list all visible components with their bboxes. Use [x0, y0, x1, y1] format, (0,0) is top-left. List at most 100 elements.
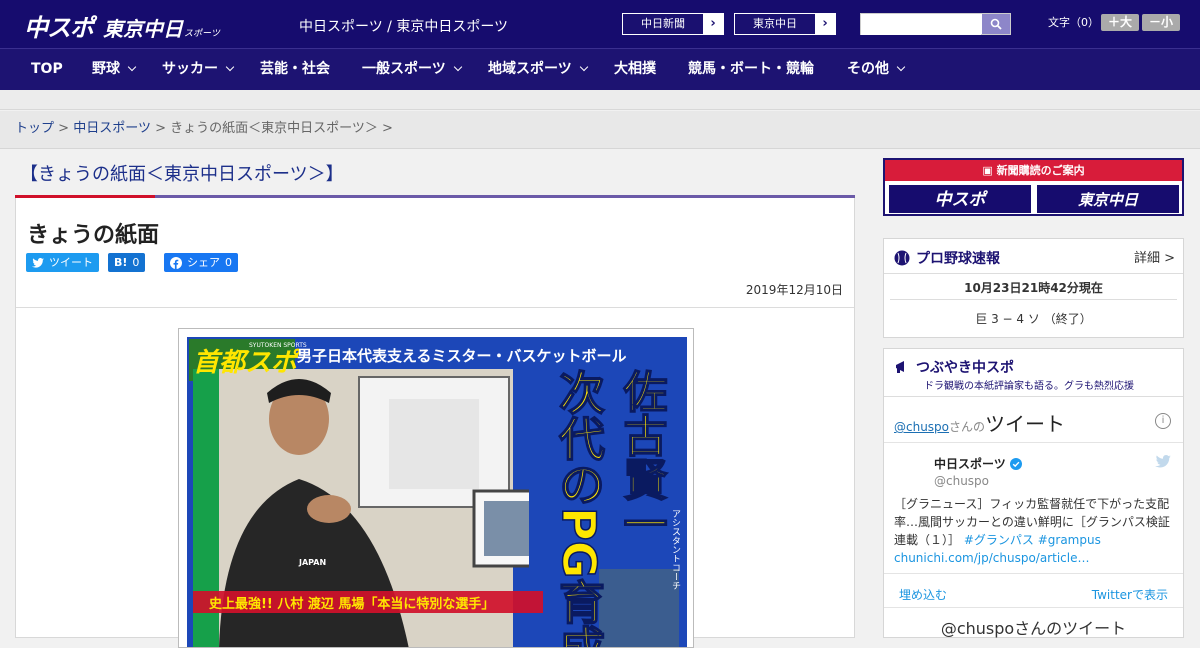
tweets-card-header: つぶやき中スポ	[894, 357, 1014, 377]
baseball-detail-link[interactable]: 詳細 >	[1134, 247, 1175, 266]
search-button[interactable]	[982, 14, 1010, 34]
logo-chuspo: 中スポ	[24, 14, 94, 42]
newspaper-icon: ▣	[982, 164, 997, 177]
breadcrumb-separator: >	[58, 121, 70, 136]
divider	[16, 307, 854, 308]
divider	[884, 442, 1183, 443]
nav-label: サッカー	[162, 61, 218, 77]
search-icon	[990, 18, 1002, 30]
tweet-author[interactable]: 中日スポーツ	[934, 455, 1022, 472]
newspaper-illustration: 史上最強!! 八村 渡辺 馬場「本当に特別な選手」 首都スポ SYUTOKEN …	[179, 329, 693, 648]
nav-label: 大相撲	[614, 61, 656, 77]
font-size-label: 文字（0）	[1048, 16, 1099, 29]
tokyo-shimbun-label: 東京中日	[753, 17, 797, 30]
facebook-share-label: シェア	[187, 256, 220, 269]
newspaper-front-page-image[interactable]: 史上最強!! 八村 渡辺 馬場「本当に特別な選手」 首都スポ SYUTOKEN …	[178, 328, 694, 648]
nav-soccer[interactable]: サッカー	[162, 49, 235, 90]
twitter-bird-icon[interactable]	[1155, 455, 1171, 468]
nav-label: 芸能・社会	[260, 61, 330, 77]
chuspo-subscribe-logo[interactable]: 中スポ	[888, 184, 1032, 214]
divider	[884, 573, 1183, 574]
logo-sports: スポーツ	[184, 29, 220, 39]
nav-label: 一般スポーツ	[362, 61, 446, 77]
ad-band	[0, 90, 1200, 110]
facebook-icon	[170, 256, 182, 269]
nav-label: 地域スポーツ	[488, 61, 572, 77]
tweet-link[interactable]: chunichi.com/jp/chuspo/article…	[894, 551, 1089, 565]
article-title: きょうの紙面	[27, 223, 160, 248]
nav-baseball[interactable]: 野球	[92, 49, 137, 90]
font-bigger-button[interactable]: ＋大	[1101, 14, 1139, 31]
view-on-twitter-link[interactable]: Twitterで表示	[1092, 586, 1168, 603]
site-name[interactable]: 中日スポーツ / 東京中日スポーツ	[299, 16, 508, 36]
divider	[884, 273, 1183, 274]
breadcrumb-chunichi-sports[interactable]: 中日スポーツ	[73, 121, 151, 136]
nav-general-sports[interactable]: 一般スポーツ	[362, 49, 462, 90]
tokyo-shimbun-link[interactable]: 東京中日 ›	[734, 13, 836, 35]
verified-badge-icon	[1009, 457, 1022, 470]
hatena-bookmark-button[interactable]: B! 0	[108, 253, 146, 272]
nav-other[interactable]: その他	[847, 49, 906, 90]
tokyo-chunichi-subscribe-logo[interactable]: 東京中日	[1036, 184, 1180, 214]
nav-label: 競馬・ボート・競輪	[688, 61, 814, 77]
article-card: きょうの紙面 ツイート B! 0 シェア 0 2019年12月10日 史上最強!…	[15, 198, 855, 648]
breadcrumb: トップ > 中日スポーツ > きょうの紙面＜東京中日スポーツ＞ >	[0, 111, 1200, 149]
page-heading: 【きょうの紙面＜東京中日スポーツ＞】	[20, 164, 344, 185]
tweets-card-subtitle: ドラ観戦の本紙評論家も語る。グラも熱烈応援	[924, 381, 1134, 392]
chunichi-shimbun-link[interactable]: 中日新聞 ›	[622, 13, 724, 35]
nav-sumo[interactable]: 大相撲	[614, 49, 656, 90]
divider	[890, 299, 1177, 300]
facebook-share-button[interactable]: シェア 0	[164, 253, 238, 272]
subscription-text: 新聞購読のご案内	[996, 164, 1085, 177]
paper-headline-sub: アシスタントコーチ	[670, 509, 681, 590]
font-smaller-button[interactable]: －小	[1142, 14, 1180, 31]
tweets-timeline-header: @chuspo さんの ツイート	[894, 408, 1065, 437]
tweets-footer-link[interactable]: @chuspoさんのツイート	[884, 615, 1183, 639]
facebook-share-count: 0	[225, 256, 232, 269]
tweets-card-title: つぶやき中スポ	[916, 360, 1014, 376]
chevron-right-icon: ›	[703, 14, 723, 34]
nav-local-sports[interactable]: 地域スポーツ	[488, 49, 588, 90]
megaphone-icon	[896, 361, 904, 373]
timeline-title: ツイート	[985, 412, 1066, 436]
subscription-label: ▣ 新聞購読のご案内	[885, 160, 1182, 181]
logo-tokyo-chunichi: 東京中日	[103, 17, 183, 41]
search-input[interactable]	[861, 15, 981, 35]
nav-label: 野球	[92, 61, 120, 77]
chevron-down-icon	[453, 62, 462, 72]
paper-masthead: 首都スポ	[193, 348, 301, 378]
chevron-down-icon	[896, 62, 906, 72]
info-icon[interactable]: i	[1155, 413, 1171, 429]
nav-keiba[interactable]: 競馬・ボート・競輪	[688, 49, 814, 90]
subscription-banner[interactable]: ▣ 新聞購読のご案内 中スポ 東京中日	[883, 158, 1184, 216]
search-box	[860, 13, 1011, 35]
nav-top[interactable]: TOP	[31, 49, 63, 90]
tweet-handle[interactable]: @chuspo	[934, 474, 989, 488]
tweets-card: つぶやき中スポ ドラ観戦の本紙評論家も語る。グラも熱烈応援 @chuspo さん…	[883, 348, 1184, 638]
embed-link[interactable]: 埋め込む	[899, 586, 947, 603]
breadcrumb-top[interactable]: トップ	[15, 121, 54, 136]
hatena-count: 0	[132, 256, 140, 269]
tweet-body: ［グラニュース］フィッカ監督就任で下がった支配率…風間サッカーとの違い鮮明に［グ…	[894, 495, 1174, 567]
chevron-down-icon	[225, 62, 235, 72]
paper-bottom-text: 史上最強!! 八村 渡辺 馬場「本当に特別な選手」	[209, 596, 494, 612]
nav-entertainment[interactable]: 芸能・社会	[260, 49, 330, 90]
site-logo[interactable]: 中スポ 東京中日 スポーツ	[24, 8, 220, 43]
breadcrumb-separator: >	[155, 121, 166, 136]
tweet-button[interactable]: ツイート	[26, 253, 99, 272]
nav-label: その他	[847, 61, 889, 77]
paper-headline-main: 次代のPG育成	[552, 369, 606, 648]
account-suffix: さんの	[949, 420, 986, 434]
twitter-account-link[interactable]: @chuspo	[894, 420, 949, 434]
main-nav: TOP 野球 サッカー 芸能・社会 一般スポーツ 地域スポーツ 大相撲 競馬・ボ…	[0, 48, 1200, 90]
divider	[884, 607, 1183, 608]
tweet-author-name: 中日スポーツ	[934, 457, 1006, 471]
breadcrumb-current: きょうの紙面＜東京中日スポーツ＞ >	[170, 121, 393, 136]
baseball-score-row[interactable]: 巨 3 − 4 ソ （終了）	[884, 310, 1183, 327]
tweet-hashtags[interactable]: #グランパス #grampus	[964, 533, 1101, 547]
tweet-label: ツイート	[49, 256, 93, 269]
nav-label: TOP	[31, 61, 63, 77]
chevron-down-icon	[127, 62, 137, 72]
baseball-icon	[894, 250, 910, 266]
chevron-down-icon	[579, 62, 588, 72]
